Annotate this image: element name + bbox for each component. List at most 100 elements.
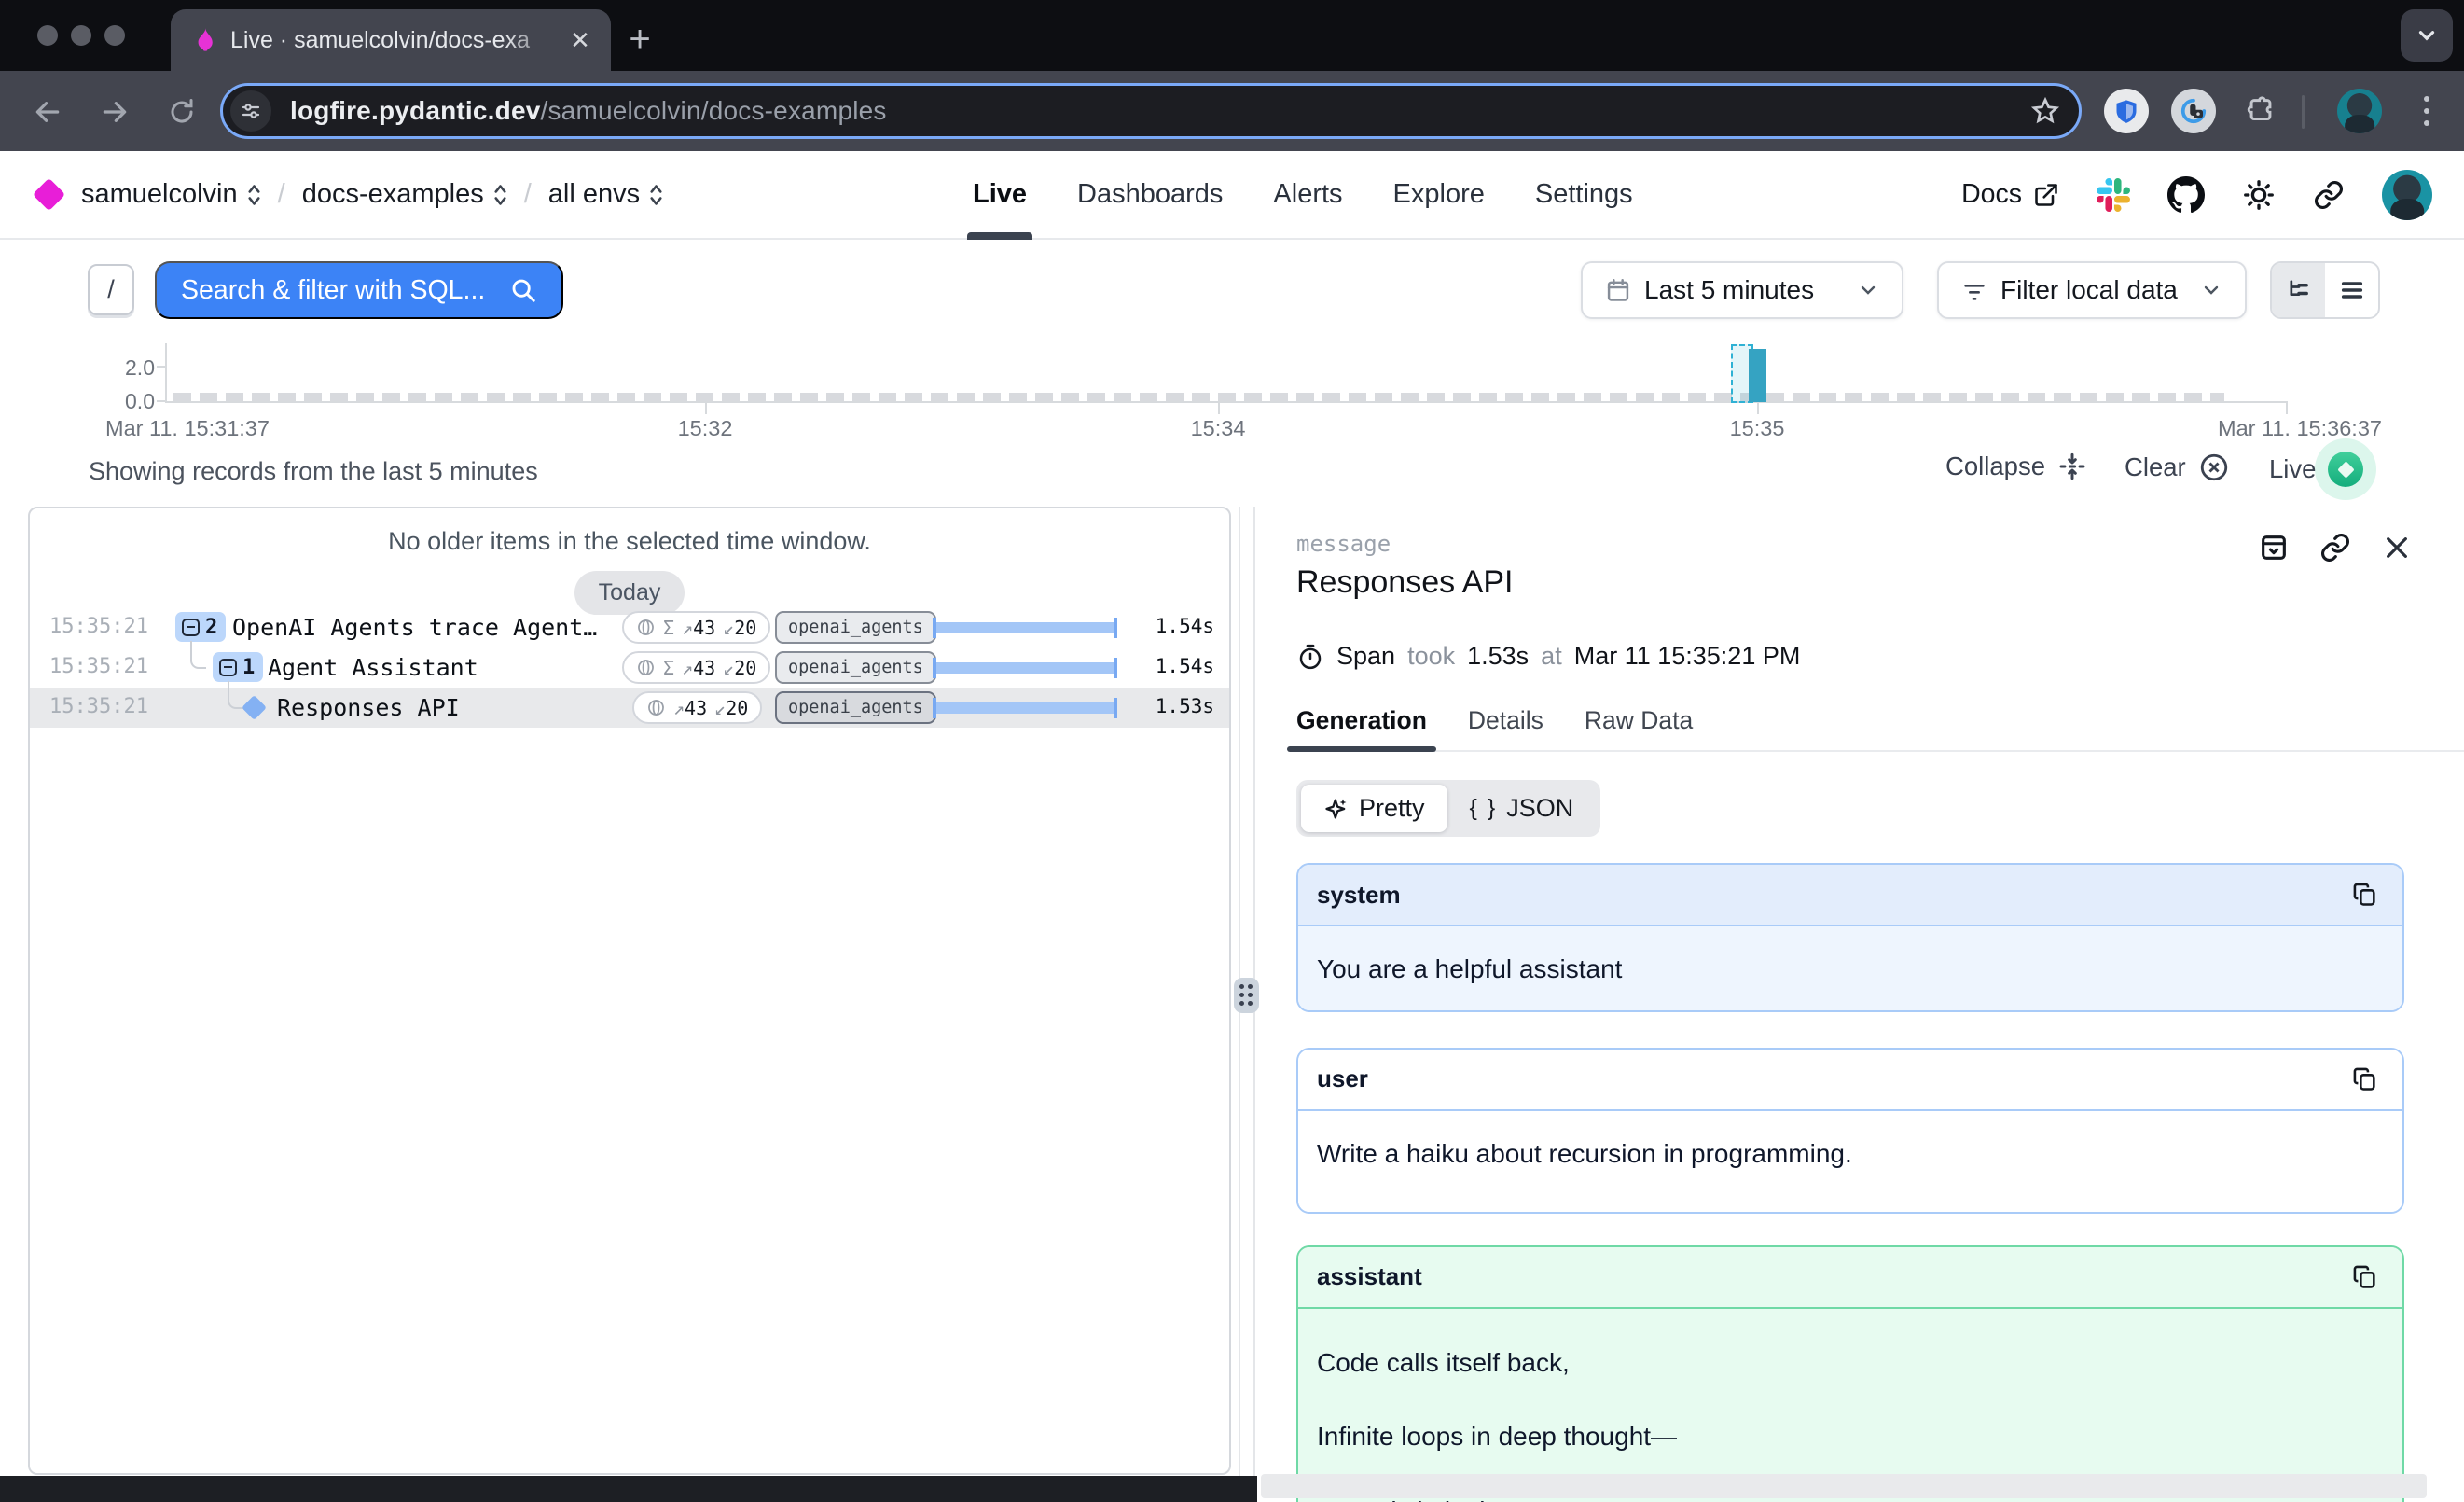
breadcrumb-env[interactable]: all envs — [548, 179, 663, 210]
span-timestamp: Mar 11 15:35:21 PM — [1574, 642, 1801, 671]
copy-message-icon[interactable] — [2346, 1061, 2384, 1098]
trace-row[interactable]: 15:35:21 1 Agent Assistant Σ ↗43 ↙20 ope… — [30, 647, 1229, 688]
tokens-pill[interactable]: Σ ↗43 ↙20 — [622, 611, 770, 644]
tree-view-button[interactable] — [2272, 263, 2325, 317]
user-avatar[interactable] — [2382, 170, 2432, 220]
collapse-button[interactable]: Collapse — [1945, 452, 2087, 481]
scope-tag[interactable]: openai_agents — [775, 611, 936, 644]
span-label: Agent Assistant — [268, 654, 478, 681]
share-link-icon[interactable] — [2313, 179, 2345, 211]
dock-panel-icon[interactable] — [2255, 529, 2292, 566]
splitter-drag-handle[interactable] — [1234, 978, 1259, 1013]
tab-generation[interactable]: Generation — [1296, 706, 1427, 750]
trace-row[interactable]: 15:35:21 2 OpenAI Agents trace Agent… Σ … — [30, 607, 1229, 647]
clear-button[interactable]: Clear — [2125, 452, 2230, 483]
nav-tab-live[interactable]: Live — [973, 151, 1027, 238]
url-bar[interactable]: logfire.pydantic.dev/samuelcolvin/docs-e… — [220, 83, 2082, 139]
role-label: system — [1317, 881, 1401, 910]
extensions-puzzle-icon[interactable] — [2238, 89, 2283, 133]
nav-tab-alerts[interactable]: Alerts — [1273, 151, 1342, 238]
request-tokens: 43 — [693, 617, 715, 639]
docs-link[interactable]: Docs — [1961, 179, 2059, 210]
search-button[interactable]: Search & filter with SQL... — [155, 261, 563, 319]
y-axis-line — [165, 343, 167, 403]
search-icon — [509, 276, 537, 304]
browser-menu-icon[interactable] — [2408, 91, 2445, 131]
arrow-up-right-icon: ↗ — [673, 697, 685, 719]
window-controls[interactable] — [37, 25, 125, 46]
scope-tag[interactable]: openai_agents — [775, 691, 936, 724]
duration-text: 1.54s — [1156, 655, 1214, 677]
copy-link-icon[interactable] — [2317, 529, 2354, 566]
x-axis-line — [165, 401, 2288, 403]
browser-tab[interactable]: Live · samuelcolvin/docs-exa ✕ — [171, 9, 611, 71]
slash-shortcut-key: / — [88, 264, 134, 315]
github-icon[interactable] — [2167, 176, 2205, 214]
x-tick-label: 15:35 — [1730, 416, 1785, 441]
collapse-icon — [2057, 452, 2087, 481]
live-indicator-icon — [2328, 452, 2363, 487]
list-view-button[interactable] — [2325, 263, 2378, 317]
pretty-toggle-button[interactable]: Pretty — [1301, 785, 1447, 832]
browser-titlebar: Live · samuelcolvin/docs-exa ✕ + — [0, 0, 2464, 71]
back-icon[interactable] — [26, 90, 69, 133]
panel-splitter[interactable] — [1233, 507, 1261, 1477]
trace-row-selected[interactable]: 15:35:21 Responses API ↗43 ↙20 openai_ag… — [30, 688, 1229, 728]
y-tick-label: 2.0 — [99, 355, 155, 381]
nav-tab-settings[interactable]: Settings — [1535, 151, 1633, 238]
slack-icon[interactable] — [2097, 178, 2130, 212]
live-toggle[interactable]: Live — [2269, 452, 2363, 487]
browser-profile-avatar[interactable] — [2337, 89, 2382, 133]
span-label: OpenAI Agents trace Agent… — [232, 614, 597, 641]
tab-details[interactable]: Details — [1468, 706, 1543, 750]
window-chevron-icon[interactable] — [2401, 9, 2453, 62]
bookmark-star-icon[interactable] — [2030, 96, 2060, 126]
new-tab-icon[interactable]: + — [617, 17, 662, 62]
nav-tab-explore[interactable]: Explore — [1393, 151, 1485, 238]
breadcrumb: samuelcolvin / docs-examples / all envs — [37, 151, 663, 238]
scope-tag[interactable]: openai_agents — [775, 651, 936, 684]
reload-icon[interactable] — [160, 90, 203, 133]
x-tick-label: 15:34 — [1191, 416, 1246, 441]
filter-local-data-dropdown[interactable]: Filter local data — [1937, 261, 2247, 319]
span-diamond-icon — [242, 695, 267, 720]
forward-icon[interactable] — [93, 90, 136, 133]
logfire-favicon-icon — [191, 27, 217, 53]
nav-tab-dashboards[interactable]: Dashboards — [1077, 151, 1223, 238]
collapse-children-badge[interactable]: 2 — [175, 612, 226, 642]
span-label: Responses API — [277, 694, 460, 721]
histogram-bar[interactable] — [1749, 349, 1766, 402]
json-toggle-button[interactable]: { } JSON — [1447, 785, 1597, 832]
format-toggle: Pretty { } JSON — [1296, 780, 1600, 837]
arrow-down-left-icon: ↙ — [723, 617, 734, 639]
span-details-panel: message Responses API Span took 1.53s at… — [1261, 507, 2464, 1502]
tokens-pill[interactable]: ↗43 ↙20 — [632, 691, 762, 724]
breadcrumb-project[interactable]: docs-examples — [302, 179, 507, 210]
url-text[interactable]: logfire.pydantic.dev/samuelcolvin/docs-e… — [290, 96, 887, 126]
bitwarden-extension-icon[interactable] — [2104, 89, 2149, 133]
tab-raw-data[interactable]: Raw Data — [1585, 706, 1693, 750]
x-tick — [1218, 403, 1220, 414]
horizontal-scrollbar[interactable] — [1261, 1474, 2427, 1498]
y-tick — [157, 366, 165, 368]
x-tick-label: Mar 11. 15:36:37 — [2218, 416, 2382, 441]
duration-bar — [933, 702, 1117, 714]
arrow-down-left-icon: ↙ — [723, 657, 734, 679]
tokens-pill[interactable]: Σ ↗43 ↙20 — [622, 651, 770, 684]
password-extension-icon[interactable] — [2171, 89, 2216, 133]
sparkle-icon — [1323, 796, 1350, 822]
close-panel-icon[interactable] — [2378, 529, 2416, 566]
copy-message-icon[interactable] — [2346, 1259, 2384, 1296]
breadcrumb-separator: / — [278, 179, 285, 210]
site-settings-icon[interactable] — [230, 90, 271, 132]
theme-sun-icon[interactable] — [2242, 178, 2276, 212]
time-range-dropdown[interactable]: Last 5 minutes — [1581, 261, 1903, 319]
copy-message-icon[interactable] — [2346, 876, 2384, 913]
tree-connector — [228, 681, 243, 709]
duration-bar — [933, 662, 1117, 674]
chevron-down-icon — [1857, 279, 1879, 301]
close-tab-icon[interactable]: ✕ — [566, 26, 594, 54]
collapse-children-badge[interactable]: 1 — [213, 652, 263, 682]
breadcrumb-org[interactable]: samuelcolvin — [81, 179, 261, 210]
url-host: logfire.pydantic.dev — [290, 96, 541, 125]
